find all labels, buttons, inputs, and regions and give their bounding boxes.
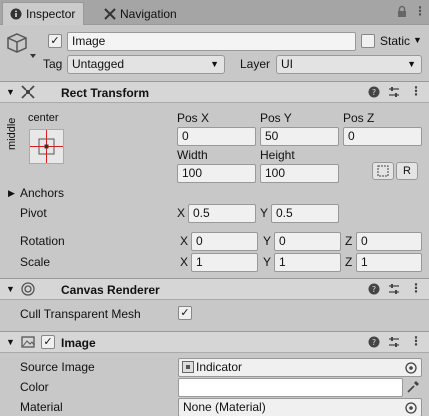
blueprint-mode-button[interactable] <box>372 162 394 180</box>
rotation-y-label: Y <box>263 234 272 248</box>
source-image-label: Source Image <box>20 360 95 374</box>
material-value: None (Material) <box>183 400 266 414</box>
info-icon <box>9 8 23 20</box>
tag-dropdown[interactable]: Untagged ▼ <box>67 55 225 74</box>
height-label: Height <box>260 148 295 162</box>
svg-text:?: ? <box>372 285 376 294</box>
active-checkbox[interactable]: ✓ <box>48 34 62 48</box>
scale-label: Scale <box>20 255 51 269</box>
preset-icon[interactable] <box>388 283 400 298</box>
svg-text:?: ? <box>372 338 376 347</box>
tag-label: Tag <box>43 57 63 71</box>
foldout-arrow-icon[interactable]: ▼ <box>6 337 15 347</box>
static-label: Static <box>380 34 411 48</box>
rect-transform-header[interactable]: ▼ Rect Transform ? ⋮ <box>0 81 429 103</box>
material-field[interactable]: None (Material) <box>178 398 422 416</box>
help-icon[interactable]: ? <box>368 336 380 351</box>
anchors-foldout-icon[interactable]: ▶ <box>8 188 15 199</box>
object-picker-icon[interactable] <box>405 399 417 416</box>
image-component-header[interactable]: ▼ ✓ Image ? ⋮ <box>0 331 429 353</box>
cull-transparent-mesh-label: Cull Transparent Mesh <box>20 307 141 321</box>
svg-text:?: ? <box>372 88 376 97</box>
tab-navigation[interactable]: Navigation <box>97 2 183 25</box>
image-enabled-checkbox[interactable]: ✓ <box>41 335 55 349</box>
help-icon[interactable]: ? <box>368 283 380 298</box>
pivot-label: Pivot <box>20 206 47 220</box>
tab-navigation-label: Navigation <box>120 6 177 21</box>
rotation-z-label: Z <box>345 234 353 248</box>
rect-transform-icon <box>21 85 35 102</box>
pos-x-label: Pos X <box>177 111 210 125</box>
rotation-label: Rotation <box>20 234 65 248</box>
gameobject-icon[interactable] <box>6 31 36 64</box>
image-component-icon <box>21 335 35 352</box>
pos-x-field[interactable]: 0 <box>177 127 256 146</box>
pivot-x-label: X <box>177 206 186 220</box>
lock-icon[interactable] <box>396 5 408 21</box>
anchor-presets-button[interactable] <box>29 129 64 164</box>
preset-icon[interactable] <box>388 336 400 351</box>
material-label: Material <box>20 400 63 414</box>
navigation-icon <box>103 7 117 20</box>
source-image-field[interactable]: Indicator <box>178 358 422 377</box>
rotation-z-field[interactable]: 0 <box>356 232 422 251</box>
canvas-renderer-title: Canvas Renderer <box>61 283 160 297</box>
canvas-renderer-icon <box>21 282 35 299</box>
scale-y-label: Y <box>263 255 272 269</box>
scale-x-field[interactable]: 1 <box>191 253 258 272</box>
scale-y-field[interactable]: 1 <box>274 253 341 272</box>
pivot-y-label: Y <box>260 206 269 220</box>
preset-icon[interactable] <box>388 86 400 101</box>
tab-bar: Inspector Navigation ⋮ <box>0 0 429 25</box>
rotation-y-field[interactable]: 0 <box>274 232 341 251</box>
pos-z-field[interactable]: 0 <box>343 127 422 146</box>
more-options-icon[interactable]: ⋮ <box>414 4 426 18</box>
more-options-icon[interactable]: ⋮ <box>410 84 422 98</box>
chevron-down-icon: ▼ <box>407 59 416 69</box>
layer-label: Layer <box>240 57 271 71</box>
anchor-horizontal-label: center <box>28 112 59 124</box>
scale-x-label: X <box>180 255 189 269</box>
height-field[interactable]: 100 <box>260 164 339 183</box>
scale-z-field[interactable]: 1 <box>356 253 422 272</box>
scale-z-label: Z <box>345 255 353 269</box>
color-label: Color <box>20 380 49 394</box>
pivot-x-field[interactable]: 0.5 <box>188 204 256 223</box>
pos-y-field[interactable]: 50 <box>260 127 339 146</box>
anchors-label[interactable]: Anchors <box>20 186 64 200</box>
static-dropdown-icon[interactable]: ▼ <box>413 35 422 45</box>
layer-dropdown[interactable]: UI ▼ <box>276 55 422 74</box>
object-picker-icon[interactable] <box>405 359 417 376</box>
static-checkbox[interactable] <box>361 34 375 48</box>
pivot-y-field[interactable]: 0.5 <box>271 204 339 223</box>
pos-z-label: Pos Z <box>343 111 375 125</box>
rotation-x-field[interactable]: 0 <box>191 232 258 251</box>
image-component-title: Image <box>61 336 96 350</box>
help-icon[interactable]: ? <box>368 86 380 101</box>
width-label: Width <box>177 148 208 162</box>
chevron-down-icon: ▼ <box>210 59 219 69</box>
pos-y-label: Pos Y <box>260 111 292 125</box>
more-options-icon[interactable]: ⋮ <box>410 334 422 348</box>
source-image-value: Indicator <box>196 360 243 374</box>
more-options-icon[interactable]: ⋮ <box>410 281 422 295</box>
width-field[interactable]: 100 <box>177 164 256 183</box>
foldout-arrow-icon[interactable]: ▼ <box>6 284 15 294</box>
tab-inspector-label: Inspector <box>26 7 76 21</box>
sprite-icon <box>182 361 194 373</box>
cull-transparent-mesh-checkbox[interactable]: ✓ <box>178 306 192 320</box>
object-name-field[interactable]: Image <box>67 32 356 51</box>
raw-edit-button[interactable]: R <box>396 162 418 180</box>
color-swatch[interactable] <box>178 378 403 397</box>
anchor-vertical-label: middle <box>6 117 18 150</box>
rect-transform-title: Rect Transform <box>61 86 150 100</box>
eyedropper-icon[interactable] <box>406 380 420 397</box>
tab-inspector[interactable]: Inspector <box>2 2 85 25</box>
layer-value: UI <box>281 57 293 71</box>
tag-value: Untagged <box>72 57 125 71</box>
foldout-arrow-icon[interactable]: ▼ <box>6 87 15 97</box>
canvas-renderer-header[interactable]: ▼ Canvas Renderer ? ⋮ <box>0 278 429 300</box>
rotation-x-label: X <box>180 234 189 248</box>
